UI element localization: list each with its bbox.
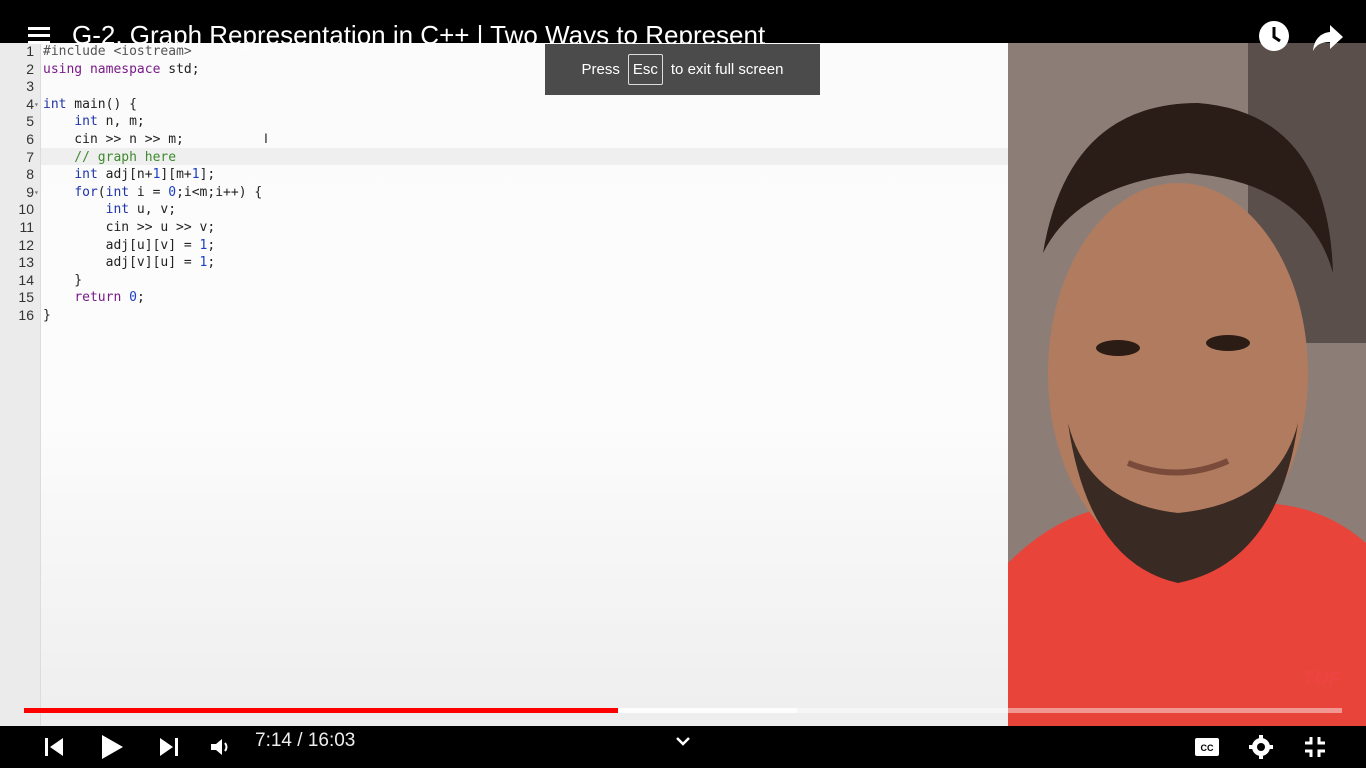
play-icon[interactable]	[94, 726, 130, 768]
line-number: 3	[26, 78, 34, 95]
text-cursor-icon: I	[264, 130, 268, 146]
code-text: adj[v][u] = 1;	[43, 255, 216, 271]
line-number: 12	[18, 236, 34, 253]
line-number: 8	[26, 166, 34, 183]
watch-later-icon[interactable]	[1257, 20, 1291, 54]
code-text: int u, v;	[105, 202, 177, 218]
code-text: int n, m;	[74, 114, 145, 130]
line-number: 15	[18, 289, 34, 306]
volume-icon[interactable]	[204, 726, 236, 768]
code-line: 11 cin >> u >> v;	[0, 219, 1008, 237]
video-frame[interactable]: 1 #include <iostream> 2 using namespace std…	[0, 0, 1366, 726]
next-icon[interactable]	[151, 726, 187, 768]
code-line: 10 int u, v;	[0, 201, 1008, 219]
line-number: 1	[26, 43, 34, 59]
fold-arrow-icon[interactable]: ▾	[34, 96, 39, 114]
player-controls: CC	[0, 726, 1366, 768]
toast-suffix: to exit full screen	[670, 61, 784, 78]
code-line: 9 ▾ for(int i = 0;i<m;i++) {	[0, 184, 1008, 202]
settings-icon[interactable]	[1244, 726, 1278, 768]
code-line: 13 adj[v][u] = 1;	[0, 254, 1008, 272]
code-line: 2 using namespace std;	[0, 61, 1008, 79]
code-text: for(int i = 0;i<m;i++) {	[74, 184, 263, 200]
fold-arrow-icon[interactable]: ▾	[34, 184, 39, 202]
code-text: adj[u][v] = 1;	[43, 237, 216, 253]
svg-text:CC: CC	[1201, 743, 1214, 753]
line-number: 14	[18, 271, 34, 288]
presenter-video	[1008, 43, 1366, 726]
code-text: using namespace std;	[43, 61, 200, 77]
time-display: 7:14 / 16:03	[255, 730, 356, 751]
code-text: }	[43, 272, 83, 288]
code-text: cin >> u >> v;	[43, 220, 216, 235]
code-line: 7 // graph here	[0, 149, 1008, 167]
code-line: 12 adj[u][v] = 1;	[0, 237, 1008, 255]
exit-fullscreen-icon[interactable]	[1298, 726, 1332, 768]
code-text: // graph here	[43, 149, 177, 165]
subtitles-icon[interactable]: CC	[1190, 726, 1224, 768]
code-editor: 1 #include <iostream> 2 using namespace std…	[0, 43, 1008, 726]
progress-played	[24, 708, 619, 713]
line-number: 6	[26, 131, 34, 147]
fullscreen-toast: Press Esc to exit full screen	[545, 44, 820, 95]
progress-bar[interactable]	[24, 708, 1342, 713]
code-line: 8 int adj[n+1][m+1];	[0, 166, 1008, 184]
presenter-image	[1008, 43, 1366, 726]
line-number: 5	[26, 113, 34, 130]
line-number: 9	[26, 183, 34, 200]
chevron-down-icon[interactable]	[670, 720, 696, 762]
previous-icon[interactable]	[36, 726, 72, 768]
line-number: 13	[18, 254, 34, 271]
line-number: 2	[26, 60, 34, 77]
code-line: 15 return 0;	[0, 289, 1008, 307]
code-text: int main() {	[43, 96, 137, 112]
code-line: 16}	[0, 307, 1008, 325]
channel-watermark: TUF	[1302, 668, 1341, 690]
line-number: 7	[26, 148, 34, 165]
line-number: 4	[26, 95, 34, 112]
toast-prefix: Press	[581, 61, 620, 78]
code-text: return 0;	[74, 290, 145, 306]
line-number: 11	[19, 219, 34, 235]
code-text: int adj[n+1][m+1];	[74, 167, 216, 183]
code-line: 3	[0, 78, 1008, 96]
code-text: }	[43, 308, 51, 323]
code-line: 6 cin >> n >> m;	[0, 131, 1008, 149]
esc-key-label: Esc	[627, 54, 663, 85]
code-text: cin >> n >> m;	[43, 132, 184, 147]
code-line: 4 ▾ int main() {	[0, 96, 1008, 114]
share-icon[interactable]	[1311, 20, 1345, 54]
line-number: 10	[18, 201, 34, 218]
menu-icon[interactable]	[28, 27, 50, 44]
code-line: 5 int n, m;	[0, 113, 1008, 131]
code-line: 14 }	[0, 272, 1008, 290]
line-number: 16	[18, 307, 34, 323]
